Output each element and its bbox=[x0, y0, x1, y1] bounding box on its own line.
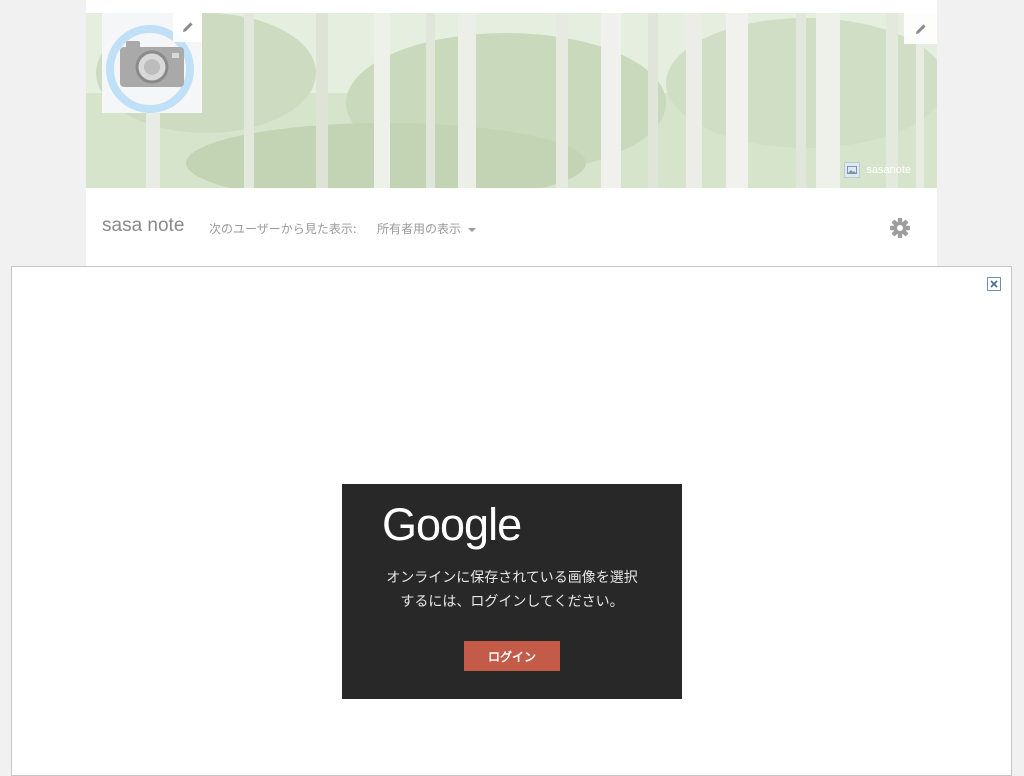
photo-icon bbox=[844, 162, 861, 178]
cover-photo: sasanote bbox=[86, 13, 937, 188]
view-as-value: 所有者用の表示 bbox=[377, 222, 462, 236]
signin-message-line1: オンラインに保存されている画像を選択 bbox=[386, 570, 638, 586]
login-button[interactable]: ログイン bbox=[464, 641, 560, 671]
pencil-icon bbox=[182, 18, 194, 37]
profile-photo[interactable] bbox=[102, 13, 202, 113]
cover-edit-button[interactable] bbox=[904, 13, 937, 44]
close-icon bbox=[990, 280, 998, 288]
gear-icon bbox=[890, 218, 910, 238]
signin-message: オンラインに保存されている画像を選択 するには、ログインしてください。 bbox=[342, 566, 682, 614]
caret-down-icon bbox=[468, 227, 477, 232]
page-title: sasa note bbox=[102, 215, 185, 236]
google-logo: Google bbox=[382, 499, 522, 550]
view-as-dropdown[interactable]: 所有者用の表示 bbox=[377, 220, 477, 237]
settings-button[interactable] bbox=[888, 216, 912, 240]
signin-message-line2: するには、ログインしてください。 bbox=[400, 594, 624, 610]
pencil-icon bbox=[915, 23, 927, 35]
close-button[interactable] bbox=[987, 277, 1001, 291]
view-as-label: 次のユーザーから見た表示: bbox=[209, 222, 357, 236]
cover-credit[interactable]: sasanote bbox=[844, 162, 911, 178]
profile-edit-button[interactable] bbox=[173, 13, 202, 42]
cover-credit-name: sasanote bbox=[866, 164, 911, 176]
